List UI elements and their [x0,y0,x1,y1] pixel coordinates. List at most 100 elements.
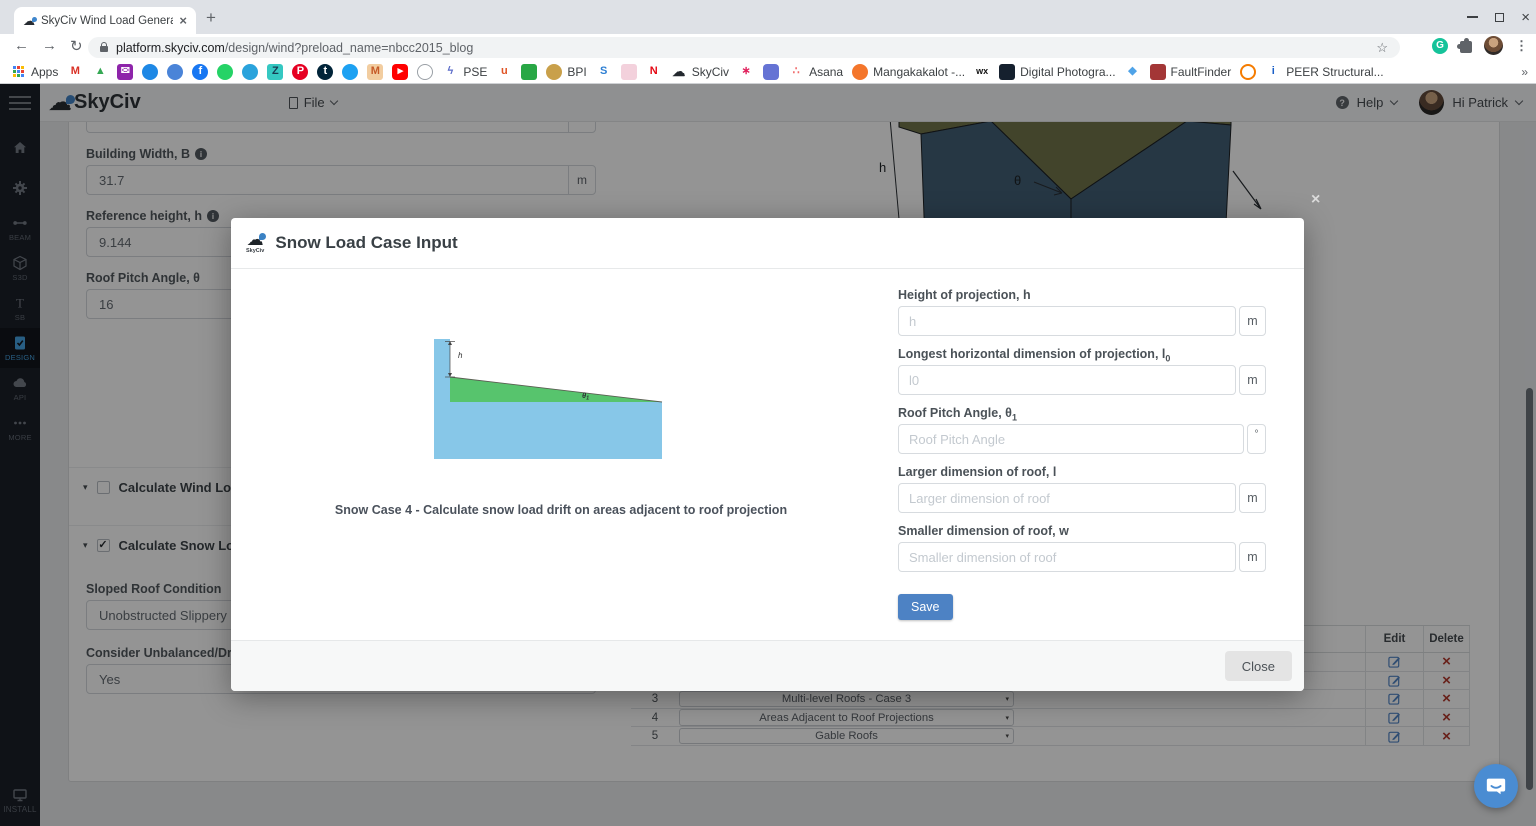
new-tab-button[interactable]: + [206,8,216,28]
bookmark-medium[interactable]: M [367,64,383,80]
bookmark-blue-s[interactable]: S [596,64,612,80]
browser-tab[interactable]: ☁ SkyCiv Wind Load Generato × [14,7,196,34]
bookmark-faultfinder[interactable]: FaultFinder [1150,64,1232,80]
tumblr-icon: t [317,64,333,80]
chat-icon [1485,775,1507,797]
window-close-icon[interactable]: × [1521,10,1530,25]
tab-title: SkyCiv Wind Load Generato [41,15,173,27]
netflix-icon: N [646,64,662,80]
bookmark-green-app[interactable] [521,64,537,80]
skyciv-modal-logo-icon: ☁ SkyCiv [246,231,264,255]
bookmark-peer-structural[interactable]: iPEER Structural... [1265,64,1383,80]
bookmark-gray-ring[interactable] [417,64,433,80]
reload-icon[interactable]: ↻ [70,37,83,55]
modal-input-3[interactable] [898,483,1236,513]
modal-input-2[interactable] [898,424,1244,454]
bookmarks-overflow-icon[interactable]: » [1521,60,1528,84]
purple-mail-icon: ✉ [117,64,133,80]
scrollbar-thumb[interactable] [1526,388,1533,790]
bookmark-bpi[interactable]: BPI [546,64,586,80]
bookmark-wattpad[interactable]: u [496,64,512,80]
bookmark-gem[interactable]: ◆ [1125,64,1141,80]
modal-field-label: Longest horizontal dimension of projecti… [898,348,1266,361]
overlay-close-icon[interactable]: × [1311,192,1320,208]
modal-input-1[interactable] [898,365,1236,395]
orange-ring-icon [1240,64,1256,80]
pink-badge-icon [621,64,637,80]
modal-field-group: m [898,483,1266,513]
url-path: /design/wind?preload_name=nbcc2015_blog [225,41,1369,55]
bookmark-orange-ring[interactable] [1240,64,1256,80]
mangakakalot-icon [852,64,868,80]
color-burst-icon: ∗ [738,64,754,80]
facebook-icon: f [192,64,208,80]
bookmark-facebook[interactable]: f [192,64,208,80]
mangakakalot-label: Mangakakalot -... [873,65,965,79]
twitter-icon [342,64,358,80]
green-app-icon [521,64,537,80]
unit-box: m [1239,542,1266,572]
pinterest-icon: P [292,64,308,80]
bpi-icon [546,64,562,80]
modal-field-label: Smaller dimension of roof, w [898,525,1266,538]
lock-icon [100,46,108,52]
bookmark-star-icon[interactable]: ☆ [1376,40,1388,56]
youtube-icon: ▸ [392,64,408,80]
whatsapp-icon [217,64,233,80]
gray-ring-icon [417,64,433,80]
bookmark-purple-app[interactable] [763,64,779,80]
bpi-label: BPI [567,65,586,79]
bookmark-purple-mail[interactable]: ✉ [117,64,133,80]
bookmark-digital-photography[interactable]: Digital Photogra... [999,64,1115,80]
bookmark-tumblr[interactable]: t [317,64,333,80]
bookmark-asana[interactable]: ∴Asana [788,64,843,80]
bookmark-pinterest[interactable]: P [292,64,308,80]
back-icon[interactable]: ← [14,37,29,54]
url-bar[interactable]: platform.skyciv.com/design/wind?preload_… [88,37,1400,58]
window-maximize-icon[interactable] [1495,13,1504,22]
peer-structural-icon: i [1265,64,1281,80]
extensions-puzzle-icon[interactable] [1460,41,1472,53]
modal-field-group: ° [898,424,1266,454]
unit-box: m [1239,365,1266,395]
bookmark-twitter[interactable] [342,64,358,80]
tab-close-icon[interactable]: × [179,13,187,28]
bookmarks-bar: Apps M ▲ ✉ f ZPt M ▸ ϟPSE u BPI S N ☁SkyCiv ∗ ∴Asana Man… [0,60,1536,84]
bookmark-color-burst[interactable]: ∗ [738,64,754,80]
medium-icon: M [367,64,383,80]
diagram-h-label: h [458,351,463,360]
bookmark-mangakakalot[interactable]: Mangakakalot -... [852,64,965,80]
faultfinder-label: FaultFinder [1171,65,1232,79]
modal-title: Snow Load Case Input [275,233,457,253]
faultfinder-icon [1150,64,1166,80]
bookmark-telegram[interactable] [242,64,258,80]
intercom-chat-button[interactable] [1474,764,1518,808]
modal-input-0[interactable] [898,306,1236,336]
bookmark-blue-app[interactable] [167,64,183,80]
bookmark-skyciv[interactable]: ☁SkyCiv [671,64,729,80]
bookmark-apps-grid[interactable]: Apps [10,64,58,80]
chrome-menu-icon[interactable]: ⋮ [1515,38,1528,54]
bookmark-google-drive[interactable]: ▲ [92,64,108,80]
bookmark-pink-badge[interactable] [621,64,637,80]
diagram-theta-label: θ1 [582,391,589,402]
modal-input-4[interactable] [898,542,1236,572]
gmail-icon: M [67,64,83,80]
bookmark-z-app[interactable]: Z [267,64,283,80]
bookmark-wix[interactable]: wx [974,64,990,80]
save-button[interactable]: Save [898,594,953,620]
z-app-icon: Z [267,64,283,80]
forward-icon[interactable]: → [42,37,57,54]
close-button[interactable]: Close [1225,651,1292,681]
bookmark-netflix[interactable]: N [646,64,662,80]
grammarly-extension-icon[interactable]: G [1432,38,1448,54]
bookmark-whatsapp[interactable] [217,64,233,80]
profile-avatar[interactable] [1484,36,1503,55]
bookmark-gmail[interactable]: M [67,64,83,80]
window-minimize-icon[interactable] [1467,16,1478,18]
bookmark-pse[interactable]: ϟPSE [442,64,487,80]
bookmark-messenger[interactable] [142,64,158,80]
bookmark-youtube[interactable]: ▸ [392,64,408,80]
unit-box: m [1239,306,1266,336]
skyciv-label: SkyCiv [692,65,729,79]
